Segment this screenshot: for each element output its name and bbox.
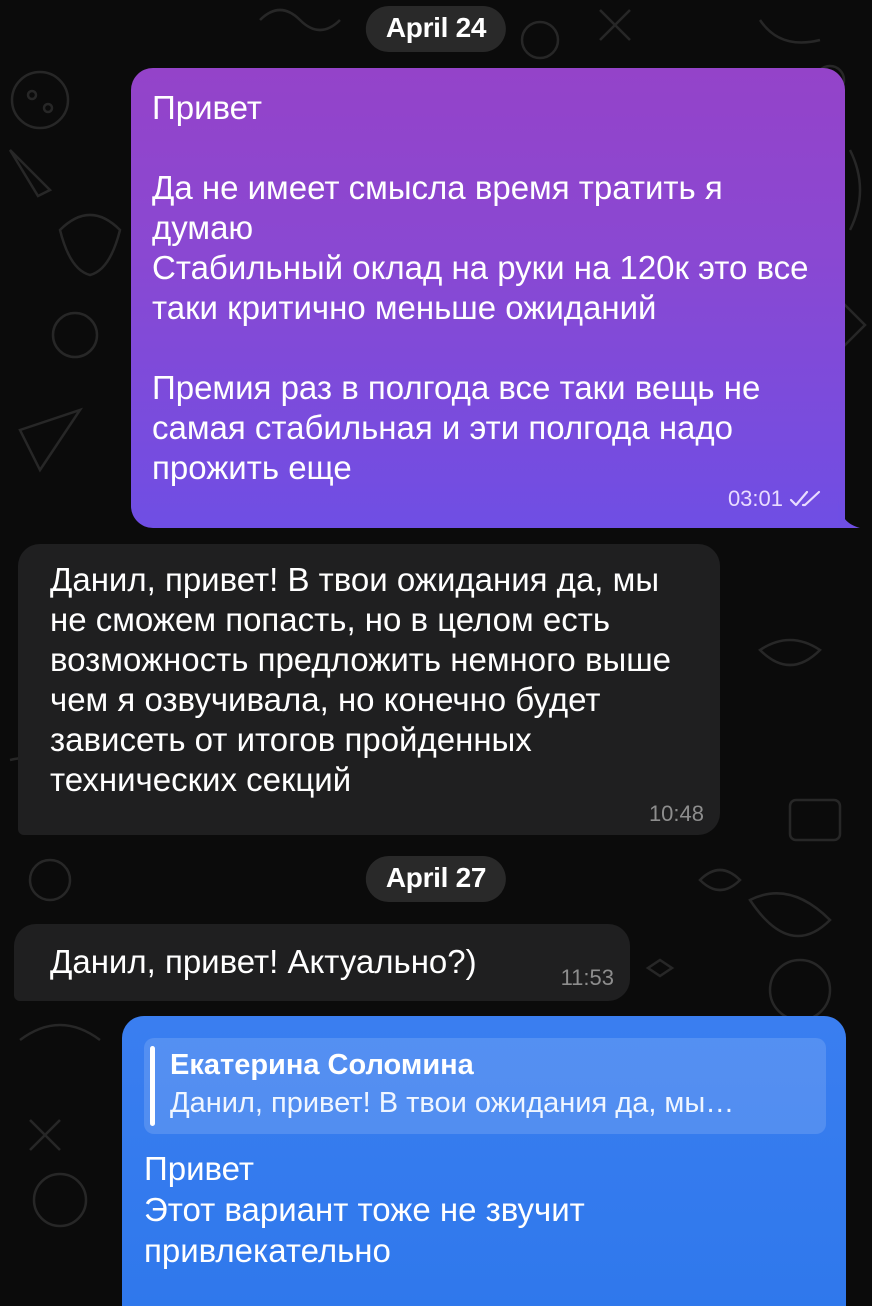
message-text: Привет Этот вариант тоже не звучит привл…	[144, 1150, 585, 1269]
incoming-message-bubble[interactable]: Данил, привет! В твои ожидания да, мы не…	[18, 544, 720, 835]
date-separator: April 24	[365, 6, 507, 52]
outgoing-reply-message-bubble[interactable]: Екатерина Соломина Данил, привет! В твои…	[122, 1016, 846, 1306]
message-text: Привет Да не имеет смысла время тратить …	[152, 89, 809, 486]
reply-quote[interactable]: Екатерина Соломина Данил, привет! В твои…	[144, 1038, 826, 1134]
outgoing-message-bubble[interactable]: Привет Да не имеет смысла время тратить …	[131, 68, 845, 528]
message-time: 10:48	[648, 801, 704, 826]
message-time: 03:01	[727, 486, 783, 511]
message-time: 11:53	[560, 965, 614, 990]
message-meta: 10:48	[649, 803, 704, 825]
reply-author: Екатерина Соломина	[170, 1049, 474, 1081]
reply-snippet: Данил, привет! В твои ожидания да, мы…	[170, 1087, 735, 1119]
message-text: Данил, привет! В твои ожидания да, мы не…	[50, 561, 672, 798]
incoming-message-bubble[interactable]: Данил, привет! Актуально?) 11:53	[14, 924, 630, 1001]
message-text: Данил, привет! Актуально?)	[50, 943, 477, 980]
message-meta: 03:01	[728, 488, 823, 510]
bubble-tail	[838, 500, 860, 528]
message-meta: 11:53	[561, 967, 614, 989]
reply-quote-bar	[150, 1046, 155, 1126]
double-check-icon	[789, 490, 821, 507]
date-separator: April 27	[365, 856, 507, 902]
